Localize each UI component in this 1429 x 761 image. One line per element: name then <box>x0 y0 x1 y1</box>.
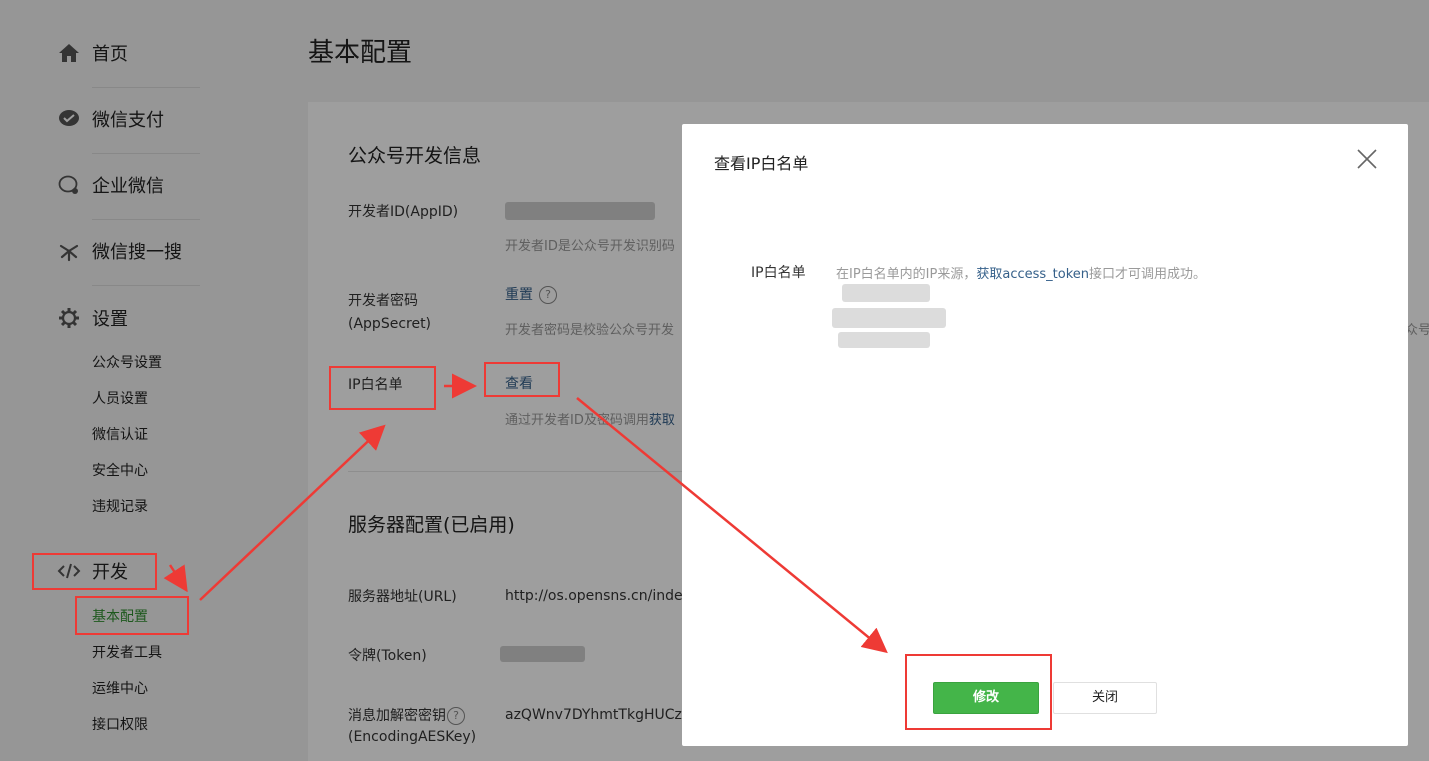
arrow-config-to-ip <box>199 424 386 601</box>
arrow-develop-to-config <box>163 564 188 593</box>
annotation-arrows <box>163 373 888 654</box>
arrow-view-to-modify <box>576 397 888 654</box>
